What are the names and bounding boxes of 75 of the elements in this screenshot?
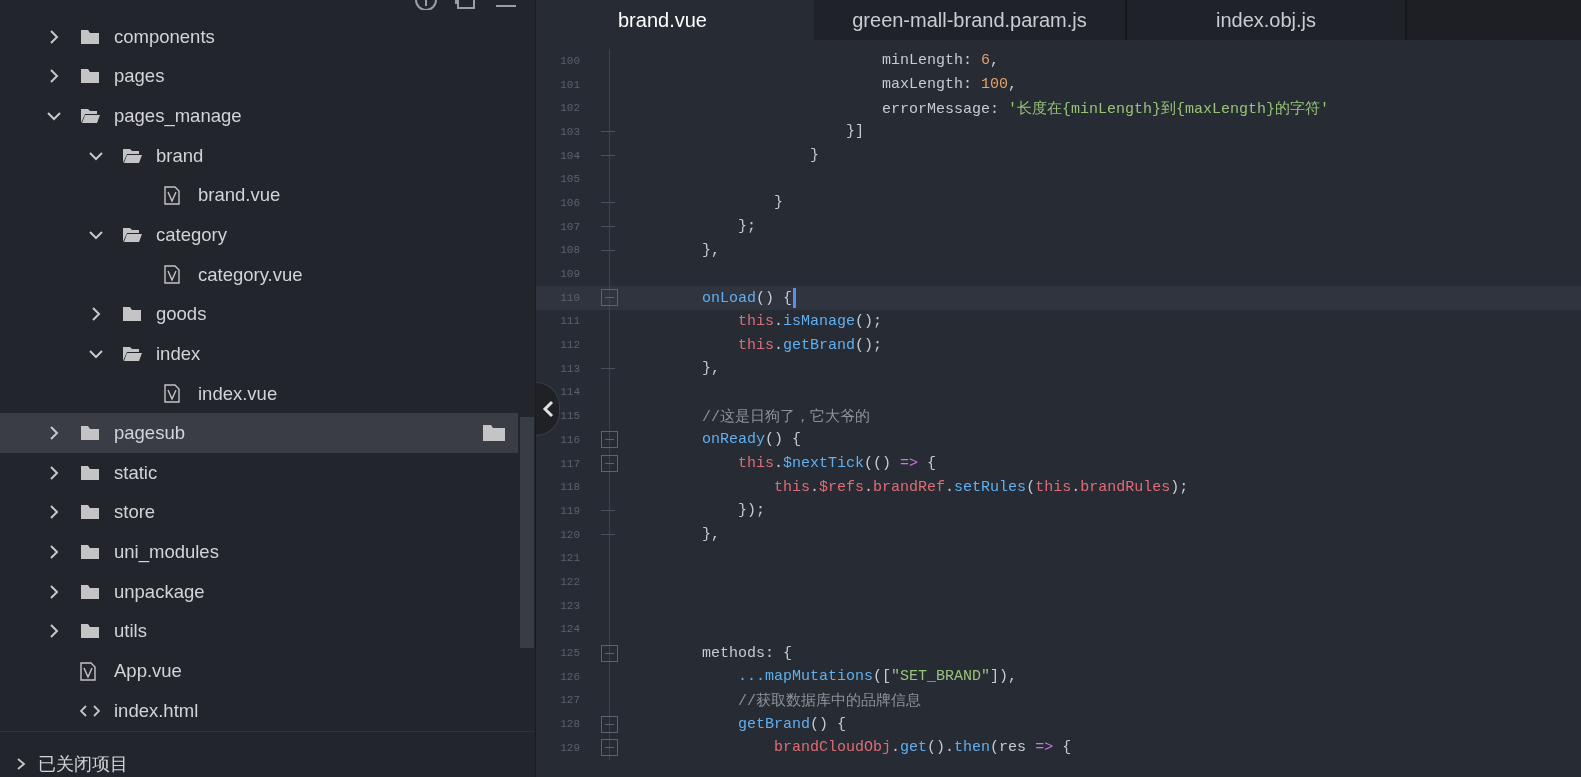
code-line: getBrand() { <box>737 715 847 733</box>
tree-item[interactable]: pages <box>0 56 518 97</box>
folder-icon <box>80 68 100 85</box>
collapse-sidebar-button[interactable] <box>536 382 560 436</box>
code-line: this.$nextTick(() => { <box>737 455 937 473</box>
scrollbar[interactable] <box>520 417 534 648</box>
window-icon[interactable] <box>455 0 477 10</box>
folder-icon <box>80 425 100 442</box>
tree-item[interactable]: category.vue <box>0 254 518 295</box>
code-line: //这是日狗了，它大爷的 <box>701 407 870 426</box>
vue-file-icon <box>164 384 180 404</box>
line-number: 123 <box>559 599 580 612</box>
tree-item[interactable]: unpackage <box>0 571 518 612</box>
chevron-icon <box>540 400 555 418</box>
vue-file-icon <box>164 265 180 285</box>
code-line: this.getBrand(); <box>737 336 883 354</box>
code-line: }, <box>701 360 720 378</box>
open-folder-icon <box>122 227 143 243</box>
line-number: 103 <box>559 125 580 138</box>
code-line: minLength: 6, <box>881 52 1000 70</box>
tree-item[interactable]: category <box>0 215 518 255</box>
code-line: errorMessage: '长度在{minLength}到{maxLength}的字符' <box>881 99 1330 118</box>
code-line: }, <box>701 241 720 259</box>
tree-item[interactable]: static <box>0 453 518 493</box>
line-number: 117 <box>559 457 580 470</box>
open-folder-icon <box>122 147 143 164</box>
tree-item[interactable]: components <box>0 17 518 57</box>
folder-icon <box>80 583 100 600</box>
folder-icon <box>122 306 142 323</box>
code-line: ...mapMutations(["SET_BRAND"]), <box>737 668 1018 686</box>
tree-item[interactable]: pagesub <box>0 413 518 454</box>
vue-file-icon <box>80 661 96 681</box>
tree-item[interactable]: index.vue <box>0 373 518 414</box>
tree-item[interactable]: index.html <box>0 690 518 731</box>
tree-item[interactable]: store <box>0 492 518 533</box>
closed-projects-item[interactable]: 已关闭项目 <box>0 730 535 777</box>
line-number: 104 <box>559 149 580 162</box>
folder-icon <box>80 464 100 481</box>
folder-icon <box>80 544 100 561</box>
code-line: //获取数据库中的品牌信息 <box>737 691 922 710</box>
line-number: 114 <box>559 386 580 399</box>
code-line: this.isManage(); <box>737 312 883 330</box>
tree-item[interactable]: uni_modules <box>0 532 518 572</box>
code-line: }); <box>737 502 766 520</box>
line-number: 107 <box>559 220 580 233</box>
code-icon <box>80 704 100 717</box>
folder-icon <box>80 504 100 521</box>
tree-item[interactable]: index <box>0 334 518 374</box>
code-line: methods: { <box>701 644 793 662</box>
tree-item[interactable]: pages_manage <box>0 96 518 136</box>
folder-icon[interactable] <box>482 424 506 443</box>
code-line: onLoad() { <box>630 287 797 308</box>
tree-item[interactable]: App.vue <box>0 651 518 691</box>
tree-item[interactable]: brand.vue <box>0 175 518 216</box>
line-number: 124 <box>559 623 580 636</box>
code-line: }; <box>737 218 757 236</box>
code-line: brandCloudObj.get().then(res => { <box>773 739 1072 757</box>
code-line: maxLength: 100, <box>881 76 1018 94</box>
code-line: } <box>773 194 784 212</box>
open-folder-icon <box>122 345 143 362</box>
file-tab[interactable]: brand.vue <box>536 0 814 40</box>
vue-file-icon <box>164 185 180 205</box>
code-line: }] <box>845 123 865 141</box>
line-number: 113 <box>559 362 580 375</box>
code-line: }, <box>701 526 720 544</box>
open-folder-icon <box>80 108 101 125</box>
folder-icon <box>80 623 100 640</box>
code-line: } <box>809 147 820 165</box>
tree-item[interactable]: goods <box>0 294 518 335</box>
tree-item[interactable]: brand <box>0 135 518 176</box>
folder-icon <box>80 28 100 45</box>
code-line: this.$refs.brandRef.setRules(this.brandRules); <box>773 478 1189 496</box>
code-line: onReady() { <box>701 431 802 449</box>
tree-item[interactable]: utils <box>0 611 518 652</box>
line-number: 127 <box>559 694 580 707</box>
